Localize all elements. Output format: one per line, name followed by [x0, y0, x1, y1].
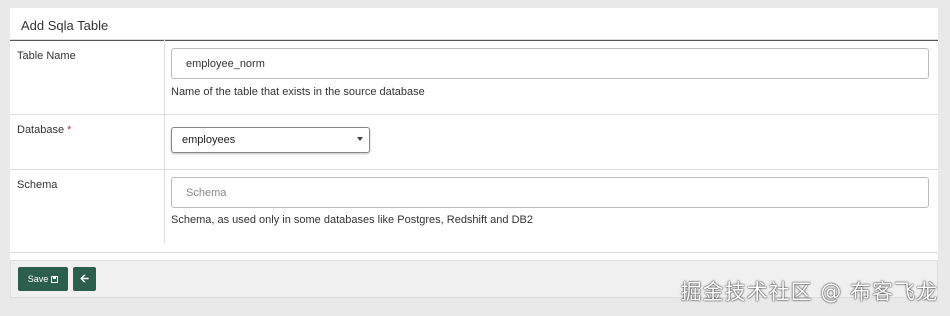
database-label: Database * [17, 124, 71, 136]
back-button[interactable]: 🡨 [73, 267, 96, 291]
schema-input[interactable]: Schema [171, 177, 929, 208]
panel-title: Add Sqla Table [21, 18, 109, 33]
form-table: Table Name employee_norm Name of the tab… [10, 39, 938, 253]
arrow-left-icon: 🡨 [80, 272, 89, 285]
database-selected-value: employees [182, 134, 236, 146]
floppy-disk-icon [51, 275, 59, 283]
add-table-panel: Add Sqla Table Table Name employee_norm … [10, 8, 938, 298]
schema-label: Schema [17, 179, 58, 191]
schema-row: Schema Schema Schema, as used only in so… [10, 169, 938, 243]
panel-heading: Add Sqla Table [10, 8, 938, 41]
database-label-text: Database [17, 124, 65, 136]
database-row: Database * employees [10, 114, 938, 170]
required-marker: * [67, 124, 72, 136]
save-button[interactable]: Save [18, 267, 68, 291]
watermark: 掘金技术社区 @ 布客飞龙 [680, 280, 938, 304]
label-cell: Database * [10, 114, 165, 169]
table-name-value: employee_norm [186, 58, 265, 70]
caret-down-icon [357, 137, 363, 141]
table-name-help: Name of the table that exists in the sou… [171, 86, 425, 98]
table-name-label: Table Name [17, 50, 76, 62]
table-name-row: Table Name employee_norm Name of the tab… [10, 40, 938, 115]
label-cell: Schema [10, 169, 165, 243]
label-cell: Table Name [10, 40, 165, 114]
save-button-label: Save [27, 274, 49, 284]
schema-help: Schema, as used only in some databases l… [171, 214, 533, 226]
schema-placeholder: Schema [186, 187, 227, 199]
table-name-input[interactable]: employee_norm [171, 48, 929, 79]
database-select[interactable]: employees [171, 127, 370, 153]
